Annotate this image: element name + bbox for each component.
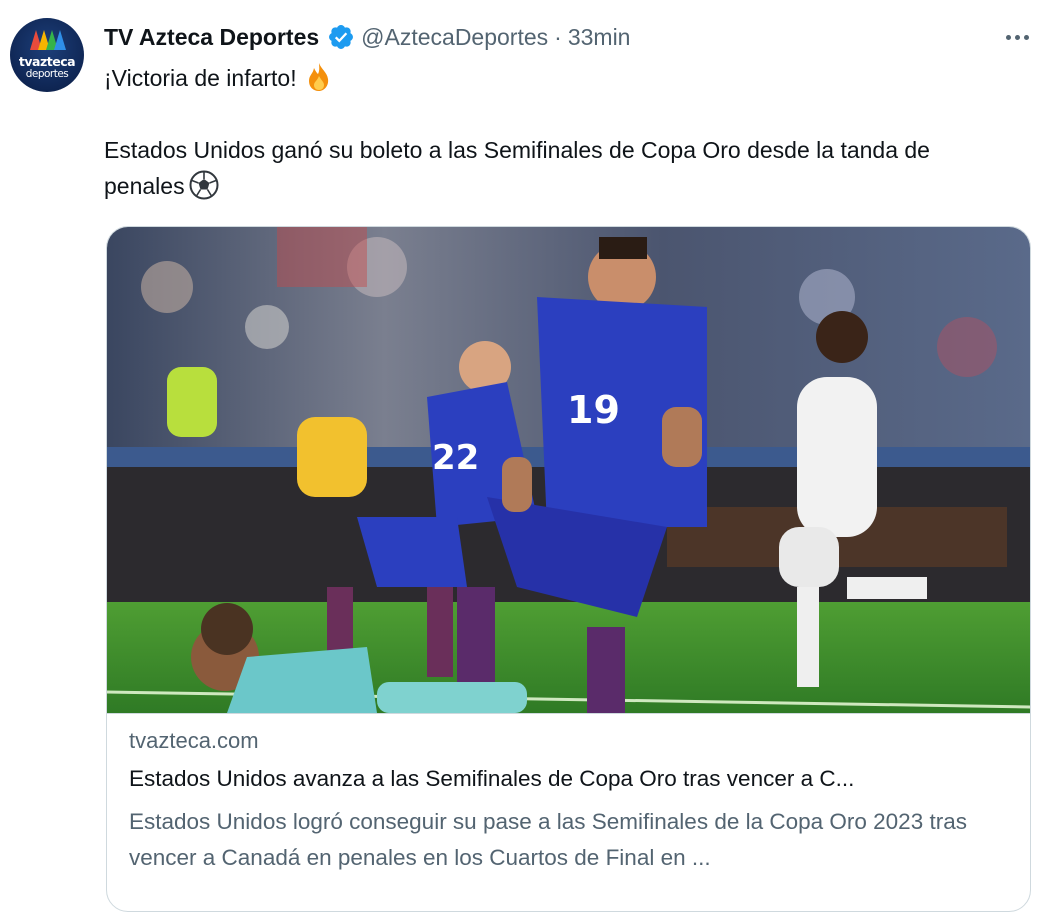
card-description: Estados Unidos logró conseguir su pase a… — [129, 809, 967, 870]
separator-dot: · — [554, 23, 562, 50]
author-name[interactable]: TV Azteca Deportes — [104, 24, 319, 51]
jersey-number-19: 19 — [567, 388, 620, 432]
verified-badge-icon[interactable] — [327, 23, 355, 51]
tweet-line-1: ¡Victoria de infarto! — [104, 65, 297, 91]
avatar-logo-text: tvazteca — [18, 54, 76, 69]
more-options-icon[interactable] — [996, 22, 1038, 52]
tweet-text: ¡Victoria de infarto! Estados Unidos gan… — [104, 60, 1004, 204]
tweet-timestamp[interactable]: 33min — [568, 24, 631, 51]
card-image: 22 19 — [107, 227, 1030, 713]
fire-emoji-icon — [308, 63, 328, 91]
card-info: tvazteca.com Estados Unidos avanza a las… — [107, 713, 1030, 911]
tvazteca-logo-icon — [30, 30, 66, 50]
author-handle[interactable]: @AztecaDeportes — [361, 24, 548, 51]
tweet-line-2: Estados Unidos ganó su boleto a las Semi… — [104, 137, 930, 199]
avatar[interactable]: tvazteca deportes — [10, 18, 84, 92]
card-title[interactable]: Estados Unidos avanza a las Semifinales … — [129, 766, 1009, 792]
avatar-logo-subtext: deportes — [25, 68, 69, 80]
card-domain: tvazteca.com — [129, 728, 259, 753]
soccer-ball-icon — [189, 170, 219, 200]
tweet-header: TV Azteca Deportes @AztecaDeportes · 33m… — [104, 20, 630, 54]
link-preview-card[interactable]: 22 19 tvazteca.com Estados Unidos avanza… — [106, 226, 1031, 912]
jersey-number-22: 22 — [432, 438, 479, 478]
